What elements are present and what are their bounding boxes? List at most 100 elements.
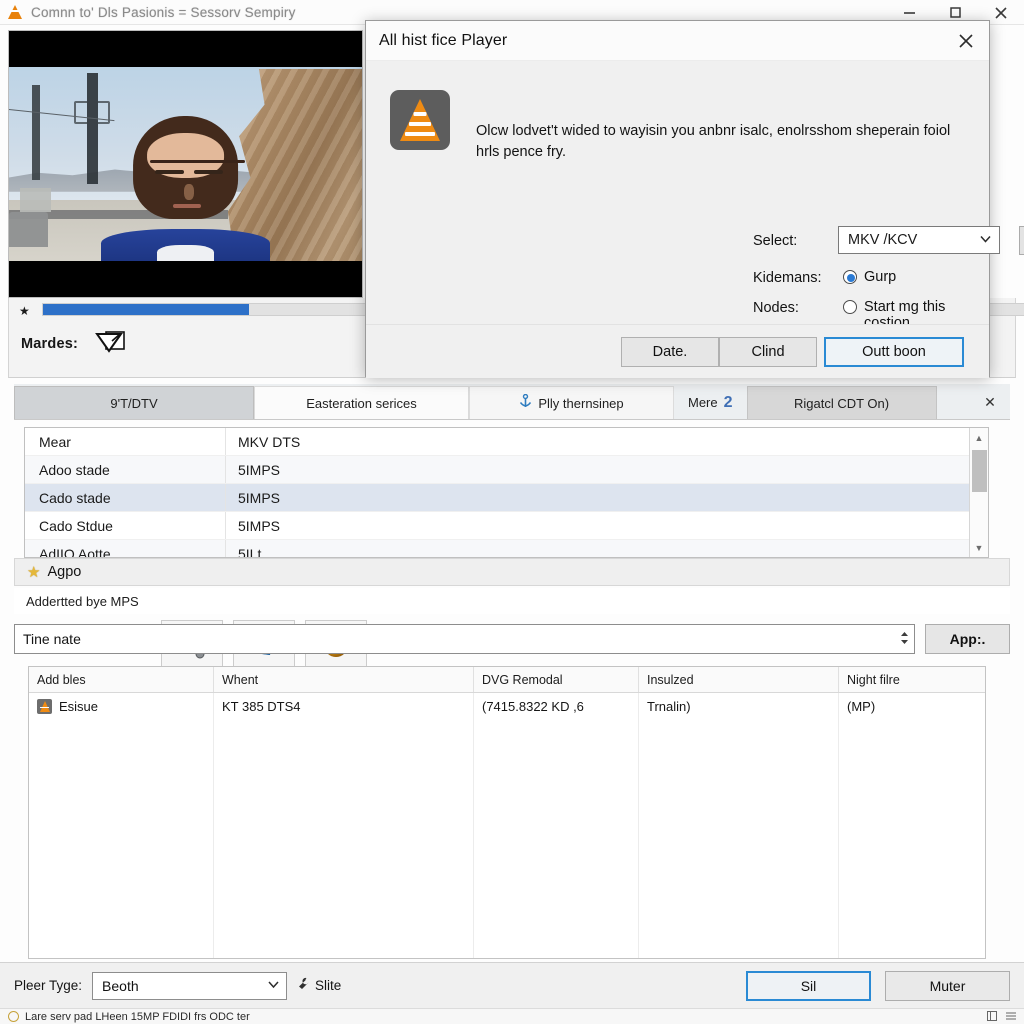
- dialog-footer: Date. Clind Outt boon: [366, 324, 989, 378]
- tab-label: 9'T/DTV: [110, 395, 158, 411]
- scrollbar-thumb[interactable]: [972, 450, 987, 492]
- list-item-value: 5IMPS: [225, 456, 988, 483]
- panel-icon[interactable]: [987, 1011, 997, 1024]
- kidemans-label: Kidemans:: [753, 270, 822, 286]
- tab-4[interactable]: Rigatcl CDT On): [746, 386, 937, 419]
- clind-button[interactable]: Clind: [719, 337, 817, 367]
- scroll-up-icon[interactable]: ▲: [970, 428, 988, 447]
- list-item[interactable]: Cado Stdue 5IMPS: [25, 512, 988, 540]
- table-column-guides: [29, 693, 985, 958]
- app-root: Comnn to' Dls Pasionis = Sessorv Sempiry: [0, 0, 1024, 1024]
- player-type-combo[interactable]: Beoth: [92, 971, 288, 1000]
- list-item[interactable]: Adoo stade 5IMPS: [25, 456, 988, 484]
- letterbox-bottom: [9, 261, 362, 297]
- toolbar-label: Mardes:: [21, 336, 78, 352]
- tab-label: Mere: [688, 395, 718, 410]
- table-cell: KT 385 DTS4: [214, 693, 474, 719]
- clock-icon: [8, 1011, 19, 1022]
- table-header-cell[interactable]: DVG Remodal: [474, 667, 639, 692]
- filter-row: Tine nate App:.: [14, 624, 1010, 654]
- select-label: Select:: [753, 233, 798, 249]
- date-button[interactable]: Date.: [621, 337, 719, 367]
- list-item-value: 5IMPS: [225, 512, 988, 539]
- tab-badge: 2: [723, 393, 733, 411]
- tab-label: Easteration serices: [306, 395, 417, 411]
- spinner-icon[interactable]: [899, 630, 910, 648]
- filter-combo[interactable]: Tine nate: [14, 624, 915, 654]
- scroll-down-icon[interactable]: ▼: [970, 538, 988, 557]
- agpo-strip[interactable]: ★ Agpo: [14, 558, 1010, 586]
- table-header-cell[interactable]: Insulzed: [639, 667, 839, 692]
- table-header-cell[interactable]: Night filre: [839, 667, 985, 692]
- slite-link[interactable]: Slite: [297, 977, 341, 994]
- list-item-value: 5IMPS: [225, 484, 988, 511]
- list-item-name: Adoo stade: [39, 461, 110, 478]
- chevron-down-icon[interactable]: [980, 234, 991, 246]
- dialog-body: Olcw lodvet't wided to wayisin you anbnr…: [366, 61, 1024, 378]
- vlc-cone-icon: [7, 4, 23, 20]
- table-row[interactable]: Esisue KT 385 DTS4 (7415.8322 KD ,6 Trna…: [29, 693, 985, 719]
- chevron-down-icon[interactable]: [268, 980, 279, 991]
- video-frame: [9, 65, 362, 263]
- player-type-label: Pleer Tyge:: [14, 978, 83, 993]
- bookmark-star-icon[interactable]: ★: [19, 305, 30, 317]
- table-header-cell[interactable]: Whent: [214, 667, 474, 692]
- table-cell-name: Esisue: [29, 693, 214, 719]
- tab-1[interactable]: Easteration serices: [254, 386, 469, 419]
- radio-start-costion[interactable]: [843, 300, 857, 314]
- list-item[interactable]: AdIIO Aotte... 5ILt: [25, 540, 988, 558]
- dialog-titlebar: All hist fice Player: [366, 21, 989, 61]
- video-preview[interactable]: [8, 30, 363, 298]
- list-item-value: MKV DTS: [225, 428, 988, 455]
- window-title: Comnn to' Dls Pasionis = Sessorv Sempiry: [31, 4, 296, 20]
- filter-combo-value: Tine nate: [23, 631, 81, 647]
- agpo-label: Agpo: [47, 564, 82, 580]
- list-item-name: Mear: [39, 433, 71, 450]
- files-table[interactable]: Add bles Whent DVG Remodal Insulzed Nigh…: [28, 666, 986, 959]
- tab-0[interactable]: 9'T/DTV: [14, 386, 254, 419]
- table-cell: (7415.8322 KD ,6: [474, 693, 639, 719]
- status-bar: Lare serv pad LHeen 15MP FDIDI frs ODC t…: [0, 1008, 1024, 1024]
- outt-boon-button[interactable]: Outt boon: [824, 337, 964, 367]
- player-type-value: Beoth: [102, 977, 139, 994]
- sil-button[interactable]: Sil: [746, 970, 871, 1001]
- list-scrollbar[interactable]: ▲ ▼: [969, 428, 988, 557]
- vlc-cone-icon: [390, 90, 450, 150]
- list-item-selected[interactable]: Cado stade 5IMPS: [25, 484, 988, 512]
- dialog-message: Olcw lodvet't wided to wayisin you anbnr…: [476, 123, 951, 161]
- like-oate-button[interactable]: ✔ Like oate: [1019, 226, 1024, 255]
- list-item-name: AdIIO Aotte...: [39, 545, 123, 558]
- list-item[interactable]: Mear MKV DTS: [25, 428, 988, 456]
- tab-strip: 9'T/DTV Easteration serices Plly thernsi…: [14, 384, 1010, 420]
- bottom-buttons: Sil Muter: [746, 970, 1010, 1001]
- status-right-icons: [987, 1011, 1016, 1024]
- letterbox-top: [9, 31, 362, 67]
- tab-close-icon[interactable]: ✕: [970, 386, 1010, 419]
- tab-2[interactable]: Plly thernsinep: [469, 386, 674, 419]
- dialog-close-icon[interactable]: [943, 21, 989, 61]
- radio-gurp[interactable]: [843, 270, 857, 284]
- wrench-icon: [297, 977, 310, 994]
- star-icon: ★: [27, 564, 41, 581]
- list-item-name: Cado stade: [39, 489, 111, 506]
- slite-link-label: Slite: [315, 978, 342, 993]
- table-cell: Trnalin): [639, 693, 839, 719]
- flag-outline-icon[interactable]: [94, 329, 130, 359]
- muter-button[interactable]: Muter: [885, 970, 1010, 1001]
- seek-progress: [43, 304, 250, 315]
- list-item-value: 5ILt: [225, 540, 988, 557]
- list-item-name: Cado Stdue: [39, 517, 113, 534]
- table-cell-text: Esisue: [59, 698, 99, 714]
- status-text: Lare serv pad LHeen 15MP FDIDI frs ODC t…: [25, 1010, 250, 1023]
- bottom-bar: Pleer Tyge: Beoth Slite Sil Muter: [0, 962, 1024, 1008]
- vlc-dialog: All hist fice Player Olcw lodvet't wided…: [365, 20, 1024, 378]
- table-header-cell[interactable]: Add bles: [29, 667, 214, 692]
- anchor-icon: [519, 393, 532, 412]
- property-list[interactable]: Mear MKV DTS Adoo stade 5IMPS Cado stade…: [24, 427, 989, 558]
- tab-3[interactable]: Mere 2: [674, 386, 747, 419]
- apply-button[interactable]: App:.: [925, 624, 1010, 654]
- dialog-title: All hist fice Player: [379, 31, 508, 49]
- format-select[interactable]: MKV /KCV: [838, 226, 1000, 254]
- list-icon[interactable]: [1006, 1011, 1016, 1024]
- table-cell: (MP): [847, 698, 876, 714]
